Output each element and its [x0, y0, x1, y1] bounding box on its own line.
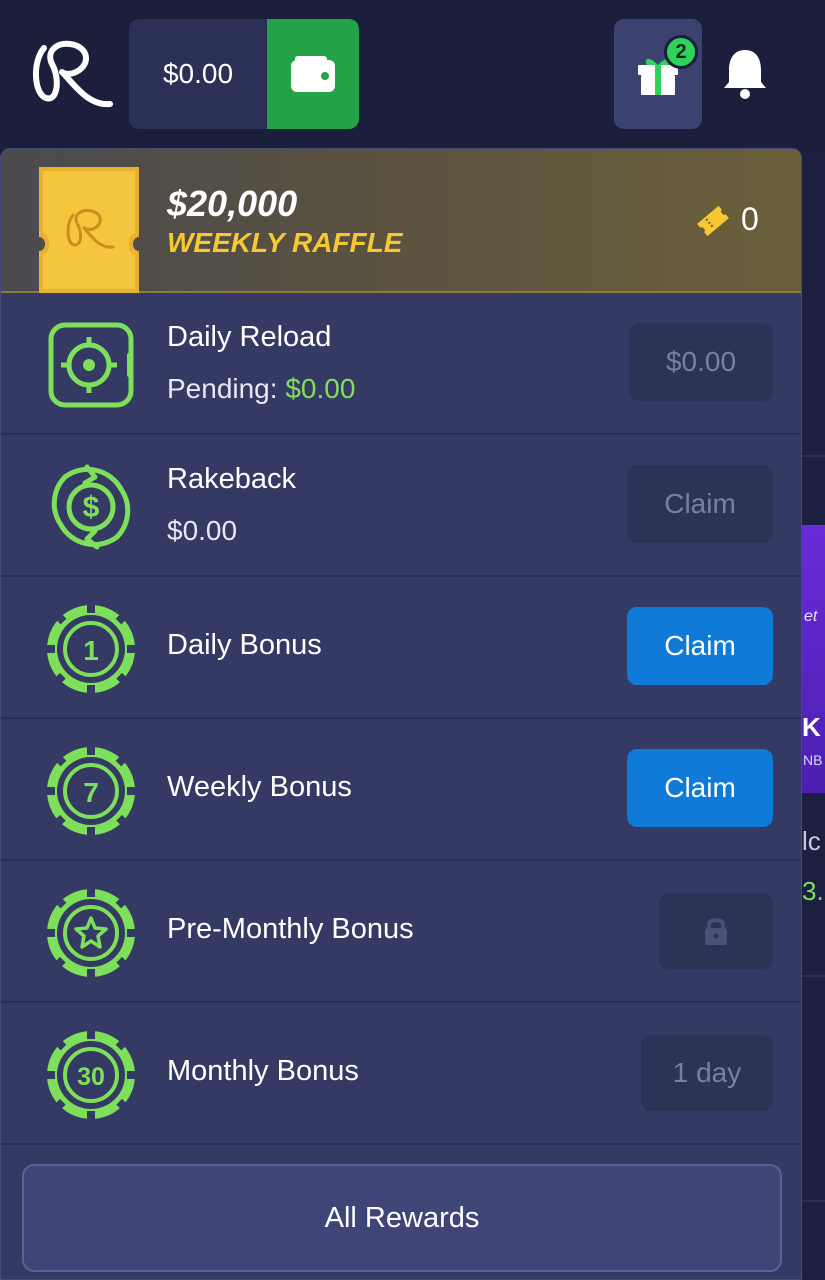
balance-amount[interactable]: $0.00	[129, 19, 267, 129]
chip-number: 30	[77, 1063, 105, 1091]
chip-icon: 30	[45, 1029, 137, 1121]
wallet-icon	[291, 56, 335, 92]
pre-monthly-locked-button[interactable]	[659, 893, 773, 969]
weekly-bonus-claim-button[interactable]: Claim	[627, 749, 773, 827]
rakeback-claim-button[interactable]: Claim	[627, 465, 773, 543]
background-text: 3.	[802, 876, 824, 906]
reward-row-monthly-bonus: 30 Monthly Bonus 1 day	[1, 1003, 801, 1145]
notification-badge: 2	[664, 35, 698, 69]
r-logo[interactable]	[30, 38, 114, 112]
wallet-button[interactable]	[267, 19, 359, 129]
background-promo-text: NB	[803, 752, 823, 768]
ticket-icon	[697, 205, 729, 237]
background-divider	[800, 1200, 825, 1202]
background-divider	[800, 975, 825, 977]
reward-row-daily-bonus: 1 Daily Bonus Claim	[1, 577, 801, 719]
rewards-dropdown: $20,000 WEEKLY RAFFLE 0 Daily Reload Pen…	[0, 148, 802, 1280]
star-chip-icon	[45, 887, 137, 979]
background-divider	[800, 455, 825, 457]
target-watch-icon	[48, 322, 134, 408]
daily-reload-amount-button[interactable]: $0.00	[629, 323, 773, 401]
chip-number: 1	[83, 635, 99, 666]
bell-icon[interactable]	[720, 46, 770, 100]
raffle-ticket-icon	[39, 167, 139, 293]
chip-number: 7	[83, 777, 99, 808]
raffle-title: WEEKLY RAFFLE	[167, 227, 403, 258]
dollar-cycle-icon: $	[51, 464, 131, 550]
chip-icon: 1	[45, 603, 137, 695]
chip-icon: 7	[45, 745, 137, 837]
raffle-amount: $20,000	[167, 183, 298, 224]
top-header: $0.00 2	[0, 0, 825, 150]
reward-title: Pre-Monthly Bonus	[167, 913, 414, 945]
monthly-bonus-countdown[interactable]: 1 day	[641, 1035, 773, 1111]
all-rewards-button[interactable]: All Rewards	[22, 1164, 782, 1272]
reward-row-pre-monthly-bonus: Pre-Monthly Bonus	[1, 861, 801, 1003]
svg-text:$: $	[83, 491, 100, 524]
reward-row-rakeback: $ Rakeback $0.00 Claim	[1, 435, 801, 577]
reward-amount: $0.00	[167, 515, 238, 546]
pending-value: $0.00	[285, 373, 356, 404]
daily-bonus-claim-button[interactable]: Claim	[627, 607, 773, 685]
reward-title: Daily Bonus	[167, 629, 322, 661]
reward-row-daily-reload: Daily Reload Pending: $0.00 $0.00	[1, 293, 801, 435]
reward-row-weekly-bonus: 7 Weekly Bonus Claim	[1, 719, 801, 861]
pending-label: Pending:	[167, 373, 286, 404]
background-promo-text: et	[804, 608, 818, 625]
gift-button[interactable]	[614, 19, 702, 129]
background-text: lc	[802, 826, 821, 856]
reward-title: Rakeback	[167, 463, 296, 495]
balance-widget: $0.00	[129, 19, 359, 129]
lock-icon	[705, 918, 727, 945]
weekly-raffle-banner[interactable]: $20,000 WEEKLY RAFFLE 0	[1, 149, 801, 293]
reward-title: Daily Reload	[167, 321, 332, 353]
raffle-ticket-count: 0	[741, 201, 759, 237]
reward-title: Weekly Bonus	[167, 771, 352, 803]
background-promo-text: K	[802, 712, 821, 742]
reward-pending: Pending: $0.00	[167, 373, 355, 405]
reward-title: Monthly Bonus	[167, 1055, 359, 1087]
